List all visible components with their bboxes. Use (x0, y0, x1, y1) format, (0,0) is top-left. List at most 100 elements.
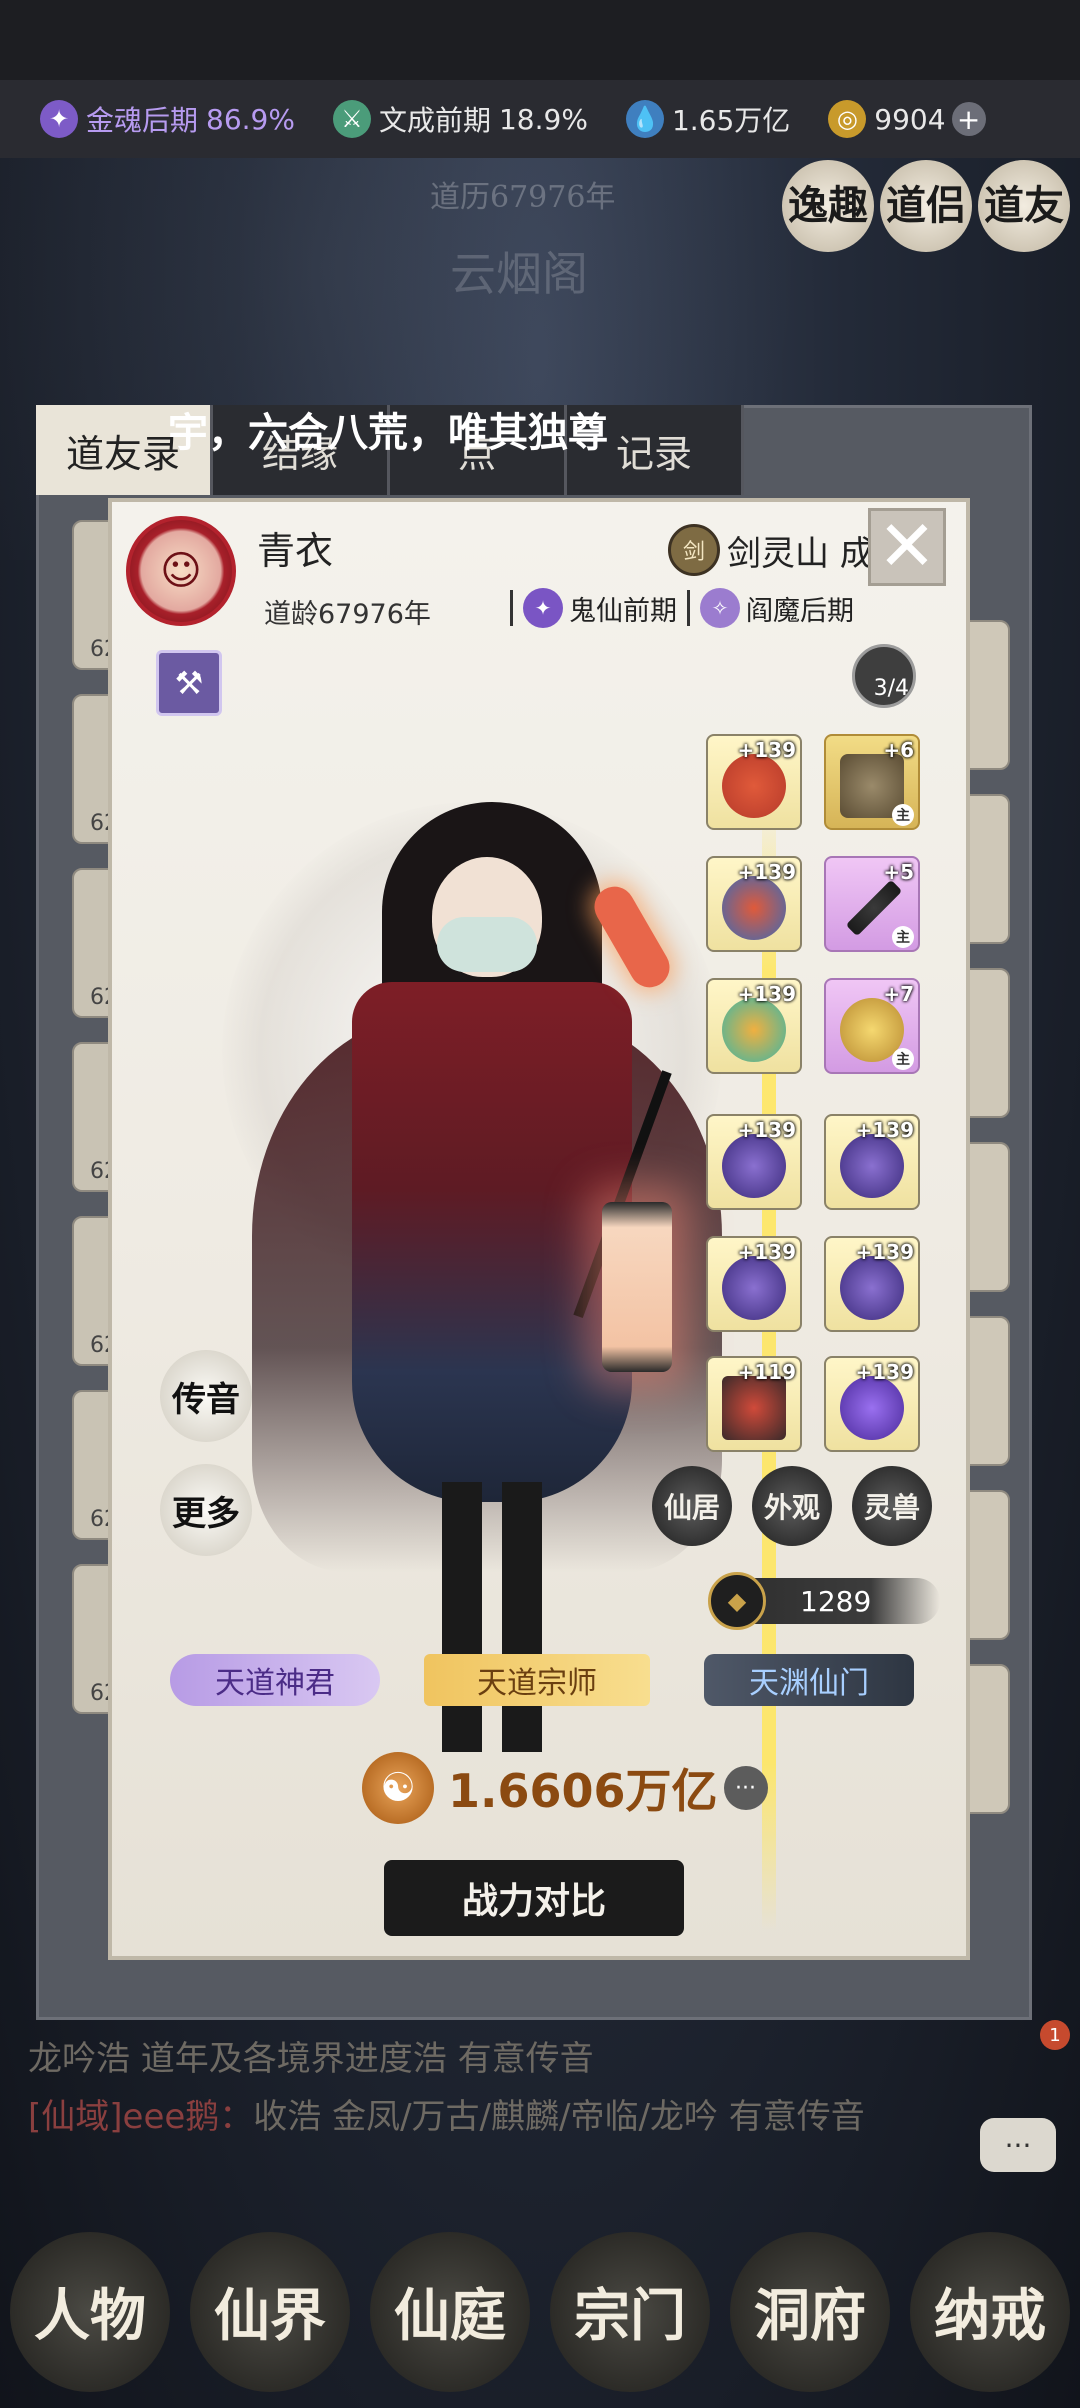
close-icon[interactable]: ✕ (868, 508, 946, 586)
violet-flame-icon (840, 1376, 904, 1440)
equip-slot[interactable]: +139 (824, 1114, 920, 1210)
compare-power-button[interactable]: 战力对比 (384, 1860, 684, 1936)
equip-slot[interactable]: +139 (824, 1356, 920, 1452)
player-name: 青衣 (257, 529, 334, 573)
mask (437, 917, 537, 972)
equip-level: +119 (737, 1360, 796, 1384)
title-tiandao-zongshi[interactable]: 天道宗师 (424, 1654, 650, 1706)
chat-bubble-icon[interactable]: ··· (980, 2118, 1056, 2172)
main-tag: 主 (892, 926, 914, 948)
character-portrait (162, 682, 802, 1772)
violet-armor-icon (722, 1256, 786, 1320)
equip-slot[interactable]: +139 (706, 1114, 802, 1210)
equip-slot[interactable]: +6 主 (824, 734, 920, 830)
power-icon: ◆ (708, 1572, 766, 1630)
chat-log: 龙吟浩 道年及各境界进度浩 有意传音 [仙域]eee鹅：收浩 金凤/万古/麒麟/… (28, 2030, 928, 2146)
equip-level: +139 (737, 1240, 796, 1264)
yiqu-button[interactable]: 逸趣 (782, 160, 874, 252)
nav-character[interactable]: 人物 (10, 2231, 170, 2392)
phoenix-armor-icon (722, 754, 786, 818)
equip-slot[interactable]: +5 主 (824, 856, 920, 952)
equip-level: +7 (883, 982, 914, 1006)
nav-sect[interactable]: 宗门 (550, 2231, 710, 2392)
total-power: ☯ 1.6606万亿 ··· (362, 1752, 768, 1824)
equip-slot[interactable]: +119 (706, 1356, 802, 1452)
realm-2: 阎魔后期 (746, 595, 854, 627)
bottom-nav: 人物 仙界 仙庭 宗门 洞府 纳戒 (0, 2215, 1080, 2408)
violet-armor-icon (722, 1134, 786, 1198)
sect-emblem-icon: 剑 (668, 524, 720, 576)
realm-1: 鬼仙前期 (569, 595, 677, 627)
more-button[interactable]: 更多 (160, 1464, 252, 1556)
equip-slot[interactable]: +139 (706, 734, 802, 830)
resource-bar: ✦ 金魂后期 86.9% ⚔ 文成前期 18.9% 💧 1.65万亿 ◎ 990… (0, 80, 1080, 158)
resource-soul-realm: ✦ 金魂后期 86.9% (40, 99, 295, 139)
equip-slot[interactable]: +139 (824, 1236, 920, 1332)
equip-slot[interactable]: +139 (706, 978, 802, 1074)
nav-storage-ring[interactable]: 纳戒 (910, 2231, 1070, 2392)
main-tag: 主 (892, 804, 914, 826)
nav-cave[interactable]: 洞府 (730, 2231, 890, 2392)
dao-age: 道龄67976年 (264, 599, 431, 630)
title-tiandao-shenjun[interactable]: 天道神君 (170, 1654, 380, 1706)
daoyou-button[interactable]: 道友 (978, 160, 1070, 252)
soul-icon: ✦ (40, 100, 78, 138)
equip-level: +139 (855, 1360, 914, 1384)
talisman-icon (722, 998, 786, 1062)
chat-sender: eee鹅： (122, 2097, 254, 2137)
avatar[interactable]: ☺ (126, 516, 236, 626)
xianju-button[interactable]: 仙居 (652, 1466, 732, 1546)
main-tag: 主 (892, 1048, 914, 1070)
spirit-value: 1.65万亿 (671, 104, 791, 137)
resource-coin: ◎ 9904 + (828, 100, 986, 138)
resource-spirit: 💧 1.65万亿 (625, 99, 791, 139)
spirit-drop-icon: 💧 (625, 100, 664, 138)
nav-immortal-realm[interactable]: 仙界 (190, 2231, 350, 2392)
power-detail-button[interactable]: ··· (723, 1766, 768, 1810)
chat-line: [仙域]eee鹅：收浩 金凤/万古/麒麟/帝临/龙吟 有意传音 (28, 2088, 928, 2146)
status-bar (0, 0, 1080, 80)
soul-realm-label: 金魂后期 (86, 104, 199, 137)
add-coin-button[interactable]: + (951, 102, 986, 136)
equip-slot[interactable]: +139 (706, 856, 802, 952)
announcement-banner: 宇，六合八荒，唯其独尊 (168, 410, 608, 456)
equip-level: +139 (737, 1118, 796, 1142)
coin-value: 9904 (874, 102, 946, 136)
chat-channel-tag: [仙域] (28, 2097, 123, 2137)
robe (352, 982, 632, 1502)
divider (687, 590, 690, 626)
sword-icon: ⚔ (332, 100, 371, 138)
ghost-realm-icon: ✦ (523, 588, 563, 628)
equip-level: +139 (855, 1118, 914, 1142)
yama-realm-icon: ✧ (700, 588, 740, 628)
profile-header: ☺ 青衣 道龄67976年 剑 剑灵山 成员 ✦ 鬼仙前期 ✧ 阎魔后期 (112, 502, 966, 642)
appearance-button[interactable]: 外观 (752, 1466, 832, 1546)
pet-power-value: 1289 (800, 1584, 872, 1618)
equip-level: +139 (737, 738, 796, 762)
equip-slot[interactable]: +7 主 (824, 978, 920, 1074)
sword-item-icon (845, 879, 903, 937)
violet-armor-icon (840, 1256, 904, 1320)
sword-realm-label: 文成前期 (378, 104, 491, 137)
divider (510, 590, 513, 626)
realm-row: ✦ 鬼仙前期 ✧ 阎魔后期 (500, 588, 854, 628)
total-power-value: 1.6606万亿 (448, 1764, 718, 1818)
equip-level: +5 (883, 860, 914, 884)
chuanyin-button[interactable]: 传音 (160, 1350, 252, 1442)
soul-realm-value: 86.9% (206, 102, 295, 136)
yin-yang-icon: ☯ (362, 1752, 434, 1824)
nav-immortal-court[interactable]: 仙庭 (370, 2231, 530, 2392)
chat-message: 收浩 金凤/万古/麒麟/帝临/龙吟 有意传音 (253, 2097, 865, 2137)
daolv-button[interactable]: 道侣 (880, 160, 972, 252)
chest-icon (722, 1376, 786, 1440)
slot-counter[interactable]: 3/4 (852, 644, 916, 708)
equip-level: +139 (855, 1240, 914, 1264)
world-age: 道历67976年 (430, 180, 616, 215)
place-name: 云烟阁 (450, 247, 588, 301)
spirit-beast-button[interactable]: 灵兽 (852, 1466, 932, 1546)
coin-icon: ◎ (828, 100, 867, 138)
title-tianyuan-xianmen[interactable]: 天渊仙门 (704, 1654, 914, 1706)
legs (442, 1482, 542, 1752)
equip-level: +139 (737, 860, 796, 884)
equip-slot[interactable]: +139 (706, 1236, 802, 1332)
